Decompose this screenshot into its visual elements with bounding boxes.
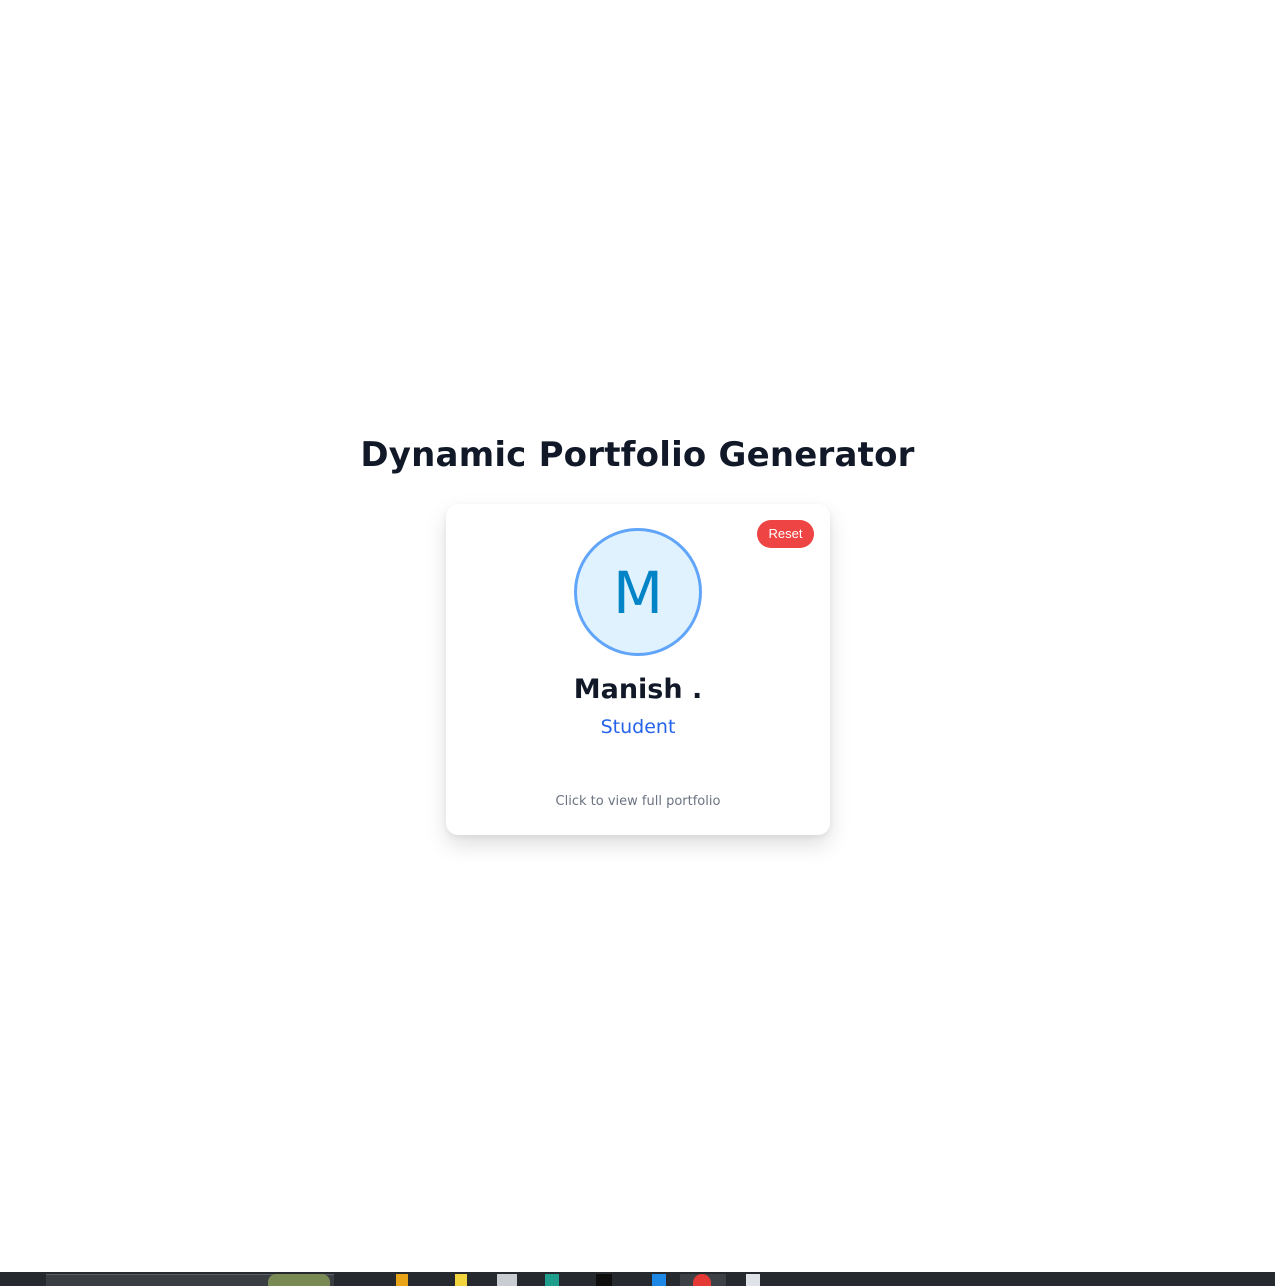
taskbar-app-icon[interactable] xyxy=(596,1274,612,1286)
taskbar-app-icon[interactable] xyxy=(545,1274,559,1286)
taskbar-app-icon[interactable] xyxy=(396,1274,408,1286)
view-portfolio-hint: Click to view full portfolio xyxy=(555,794,721,809)
avatar: M xyxy=(574,528,702,656)
person-name: Manish . xyxy=(573,674,703,705)
person-role: Student xyxy=(600,716,676,738)
portfolio-card[interactable]: Reset M Manish . Student Click to view f… xyxy=(446,504,830,835)
taskbar-browser-icon[interactable] xyxy=(693,1274,711,1286)
avatar-initial: M xyxy=(612,559,664,627)
os-taskbar xyxy=(0,1272,1275,1286)
taskbar-file-icon[interactable] xyxy=(746,1274,760,1286)
page-title: Dynamic Portfolio Generator xyxy=(360,435,915,475)
reset-button[interactable]: Reset xyxy=(757,520,814,548)
taskbar-wallpaper-thumb-icon xyxy=(268,1274,330,1286)
taskbar-app-icon[interactable] xyxy=(455,1274,467,1286)
taskbar-app-icon[interactable] xyxy=(497,1274,517,1286)
taskbar-app-icon[interactable] xyxy=(652,1274,666,1286)
page-canvas: Dynamic Portfolio Generator Reset M Mani… xyxy=(0,0,1275,1272)
